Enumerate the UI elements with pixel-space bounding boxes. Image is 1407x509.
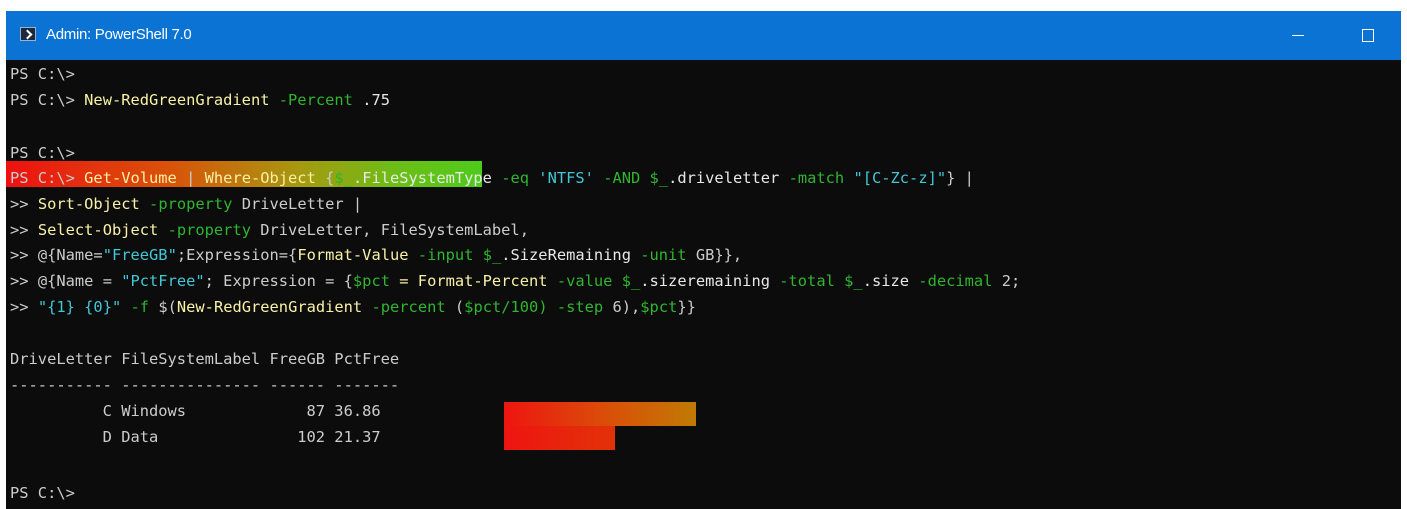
- string: "FreeGB": [102, 246, 177, 264]
- variable: $_: [621, 272, 641, 290]
- powershell-icon: [20, 27, 36, 41]
- argument: .75: [362, 91, 390, 109]
- paren: (: [445, 298, 465, 316]
- table-row: D Data 102 21.37: [10, 428, 381, 446]
- prompt-line: PS C:\>: [10, 65, 75, 83]
- cmdlet: Get-Volume: [84, 169, 177, 187]
- pctfree-bar-d: [504, 426, 615, 450]
- table-separator: ----------- --------------- ------ -----…: [10, 376, 400, 394]
- hashtable: @{Name=: [37, 246, 103, 264]
- operator: -eq: [501, 169, 530, 187]
- hashtable: @{Name =: [37, 272, 122, 290]
- continuation-line: >> @{Name="FreeGB";Expression={Format-Va…: [10, 246, 742, 264]
- cmdlet: New-RedGreenGradient: [176, 298, 363, 316]
- table-row-text: C Windows 87 36.86: [10, 402, 381, 420]
- table-row-text: D Data 102 21.37: [10, 428, 381, 446]
- argument: DriveLetter, FileSystemLabel,: [250, 221, 529, 239]
- property: .size: [862, 272, 919, 290]
- variable: $_: [649, 169, 669, 187]
- operator: -AND: [603, 169, 641, 187]
- minimize-button[interactable]: [1278, 23, 1318, 47]
- parameter: -unit: [640, 246, 687, 264]
- pipe: |: [176, 169, 205, 187]
- hashtable: ;Expression={: [176, 246, 298, 264]
- argument: 2;: [992, 272, 1021, 290]
- prompt-line: PS C:\>: [10, 144, 75, 162]
- assignment: =: [389, 272, 418, 290]
- argument: 6),: [603, 298, 641, 316]
- variable: $pct: [464, 298, 502, 316]
- cmdlet: Select-Object: [37, 221, 159, 239]
- string: 'NTFS': [538, 169, 594, 187]
- window-title: Admin: PowerShell 7.0: [46, 26, 192, 43]
- pctfree-bar-c: [504, 402, 696, 426]
- cmdlet: Where-Object: [204, 169, 316, 187]
- hashtable: ; Expression = {: [204, 272, 353, 290]
- continuation-prompt: >>: [10, 195, 29, 213]
- cmdlet: Sort-Object: [37, 195, 140, 213]
- property: .driveletter: [668, 169, 789, 187]
- continuation-prompt: >>: [10, 272, 29, 290]
- continuation-line: >> @{Name = "PctFree"; Expression = {$pc…: [10, 272, 1020, 290]
- argument: DriveLetter |: [232, 195, 363, 213]
- continuation-prompt: >>: [10, 298, 29, 316]
- parameter: -Percent: [278, 91, 353, 109]
- variable: $_: [482, 246, 502, 264]
- prompt: PS C:\>: [10, 144, 75, 162]
- operator: -f: [130, 298, 150, 316]
- argument: /100): [501, 298, 557, 316]
- maximize-button[interactable]: [1348, 23, 1388, 47]
- brace: } |: [946, 169, 974, 187]
- command-line: PS C:\> New-RedGreenGradient -Percent .7…: [10, 91, 390, 109]
- powershell-window: Admin: PowerShell 7.0 PS C:\> PS C:\> Ne…: [6, 11, 1401, 509]
- parameter: -input: [417, 246, 474, 264]
- subexpression: $(: [149, 298, 177, 316]
- table-row: C Windows 87 36.86: [10, 402, 381, 420]
- variable: $pct: [640, 298, 678, 316]
- brace: }}: [677, 298, 696, 316]
- continuation-line: >> "{1} {0}" -f $(New-RedGreenGradient -…: [10, 298, 696, 316]
- parameter: -property: [167, 221, 251, 239]
- property: .sizeremaining: [640, 272, 780, 290]
- cmdlet: Format-Value: [297, 246, 409, 264]
- string: "PctFree": [121, 272, 205, 290]
- parameter: -percent: [371, 298, 446, 316]
- operator: -match: [788, 169, 845, 187]
- continuation-prompt: >>: [10, 246, 29, 264]
- prompt: PS C:\>: [10, 91, 75, 109]
- brace: {: [315, 169, 335, 187]
- continuation-prompt: >>: [10, 221, 29, 239]
- variable: $_: [334, 169, 353, 187]
- parameter: -decimal: [918, 272, 993, 290]
- string: "[C-Zc-z]": [853, 169, 947, 187]
- variable: $pct: [352, 272, 390, 290]
- continuation-line: >> Select-Object -property DriveLetter, …: [10, 221, 529, 239]
- table-header: DriveLetter FileSystemLabel FreeGB PctFr…: [10, 350, 400, 368]
- parameter: -value: [556, 272, 613, 290]
- title-bar[interactable]: Admin: PowerShell 7.0: [6, 11, 1401, 60]
- prompt: PS C:\>: [10, 65, 75, 83]
- cmdlet: Format-Percent: [417, 272, 548, 290]
- prompt: PS C:\>: [10, 484, 75, 502]
- console-output[interactable]: PS C:\> PS C:\> New-RedGreenGradient -Pe…: [6, 60, 1401, 509]
- parameter: -step: [556, 298, 604, 316]
- command-line: PS C:\> Get-Volume | Where-Object {$_.Fi…: [10, 169, 974, 187]
- property: .FileSystemType: [352, 169, 502, 187]
- variable: $_: [844, 272, 863, 290]
- prompt: PS C:\>: [10, 169, 75, 187]
- continuation-line: >> Sort-Object -property DriveLetter |: [10, 195, 362, 213]
- cmdlet: New-RedGreenGradient: [84, 91, 270, 109]
- prompt-line: PS C:\>: [10, 484, 75, 502]
- parameter: -total: [779, 272, 835, 290]
- parameter: -property: [149, 195, 233, 213]
- argument: GB}},: [686, 246, 743, 264]
- property: .SizeRemaining: [501, 246, 641, 264]
- string: "{1} {0}": [37, 298, 122, 316]
